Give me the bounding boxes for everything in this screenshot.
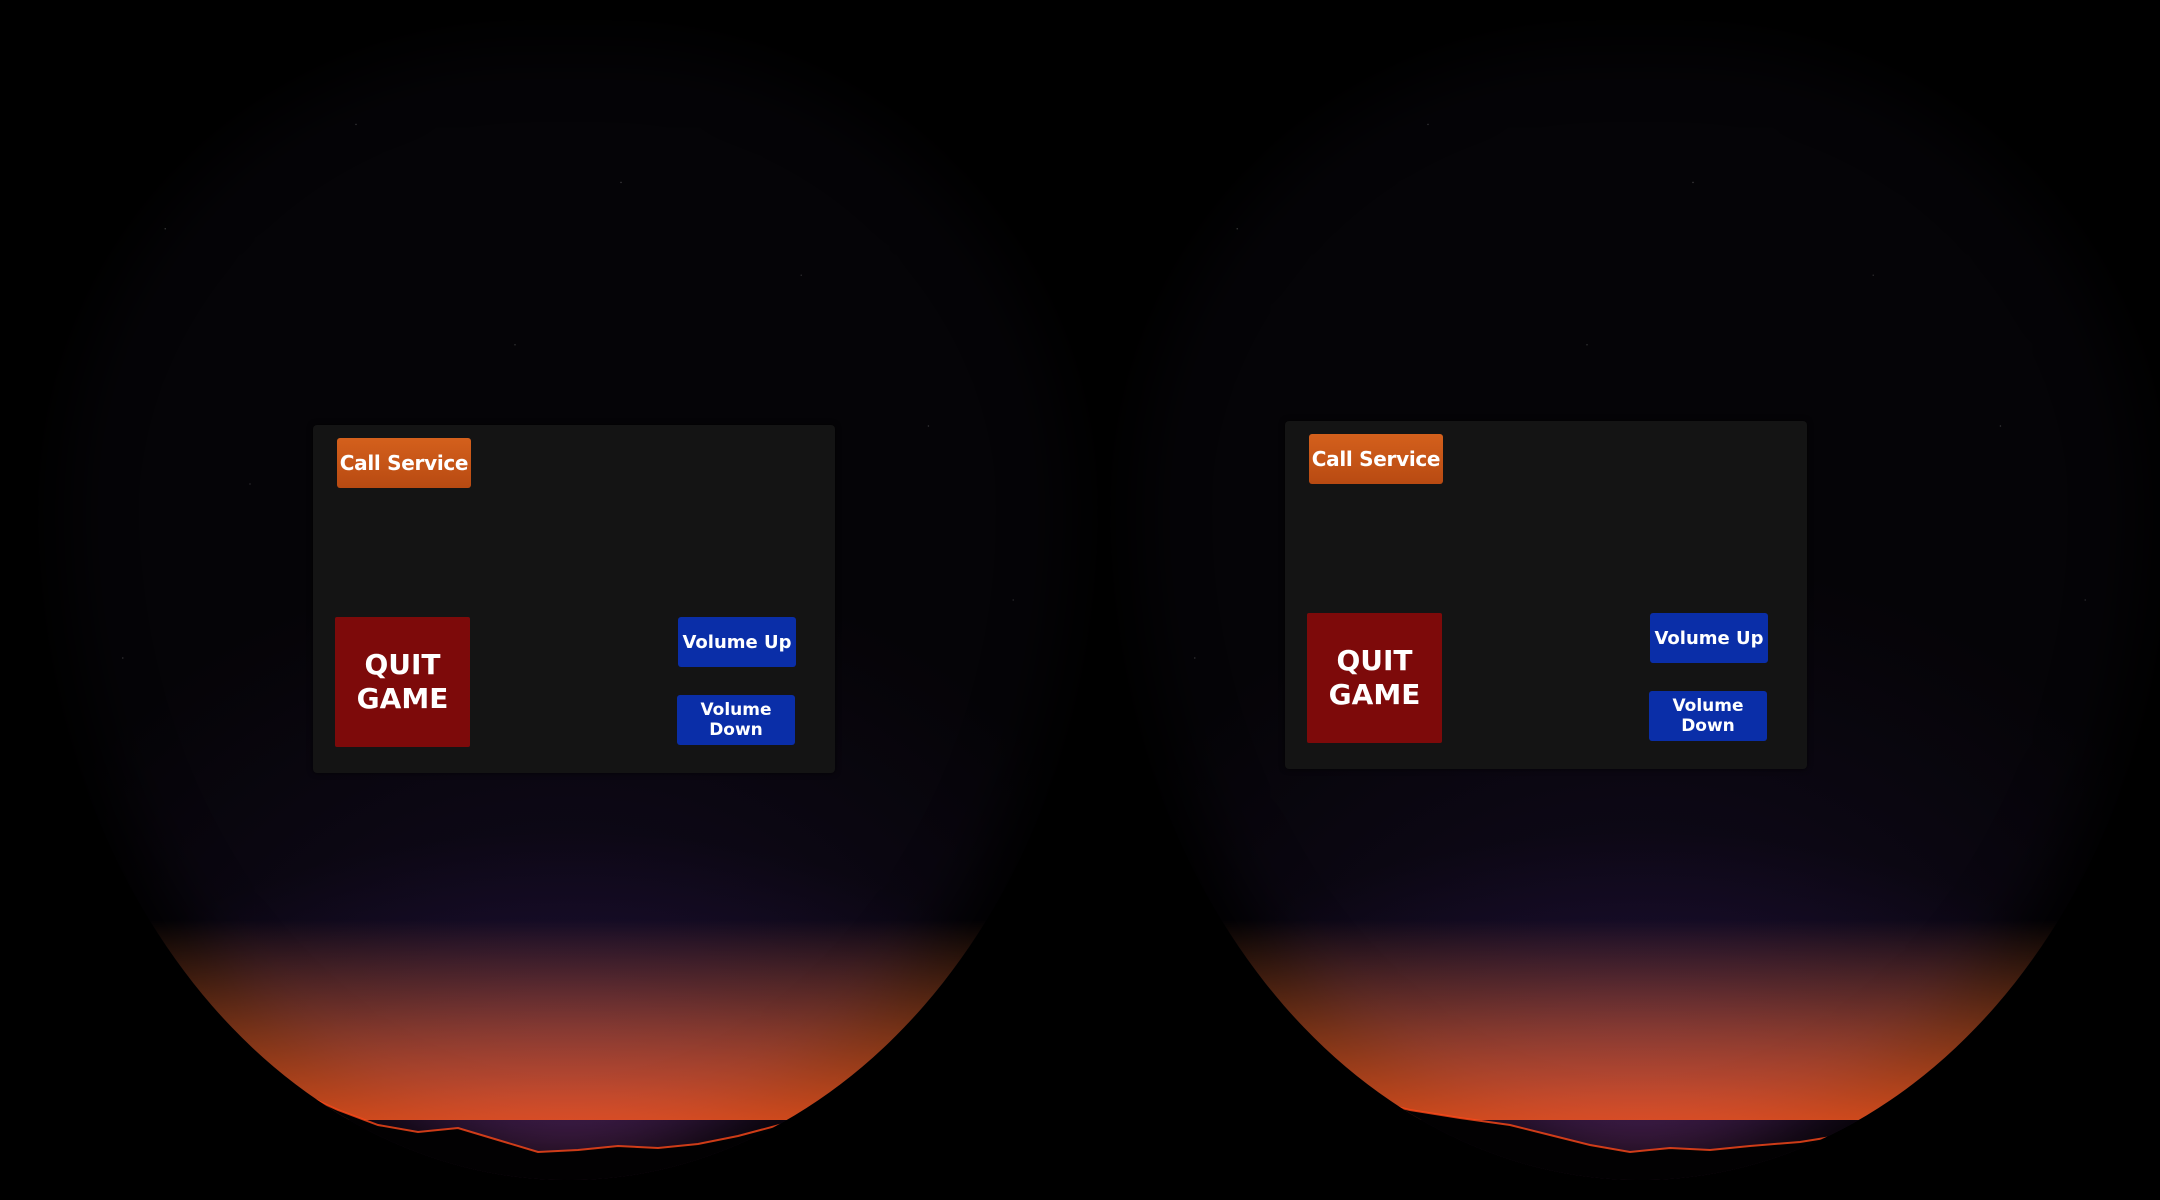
game-menu-panel: Call Service QUIT GAME Volume Up Volume …	[1285, 421, 1807, 769]
volume-up-button[interactable]: Volume Up	[678, 617, 796, 667]
volume-up-button[interactable]: Volume Up	[1650, 613, 1768, 663]
right-eye-view: Call Service QUIT GAME Volume Up Volume …	[1110, 20, 2160, 1180]
volume-down-button[interactable]: Volume Down	[1649, 691, 1767, 741]
vr-stereo-view: Call Service QUIT GAME Volume Up Volume …	[0, 0, 2160, 1200]
quit-game-button[interactable]: QUIT GAME	[335, 617, 470, 747]
game-menu-panel: Call Service QUIT GAME Volume Up Volume …	[313, 425, 835, 773]
mountain-horizon	[1110, 920, 2160, 1180]
volume-down-button[interactable]: Volume Down	[677, 695, 795, 745]
mountain-horizon	[38, 920, 1098, 1180]
quit-game-button[interactable]: QUIT GAME	[1307, 613, 1442, 743]
left-eye-view: Call Service QUIT GAME Volume Up Volume …	[38, 20, 1098, 1180]
call-service-button[interactable]: Call Service	[337, 438, 471, 488]
call-service-button[interactable]: Call Service	[1309, 434, 1443, 484]
